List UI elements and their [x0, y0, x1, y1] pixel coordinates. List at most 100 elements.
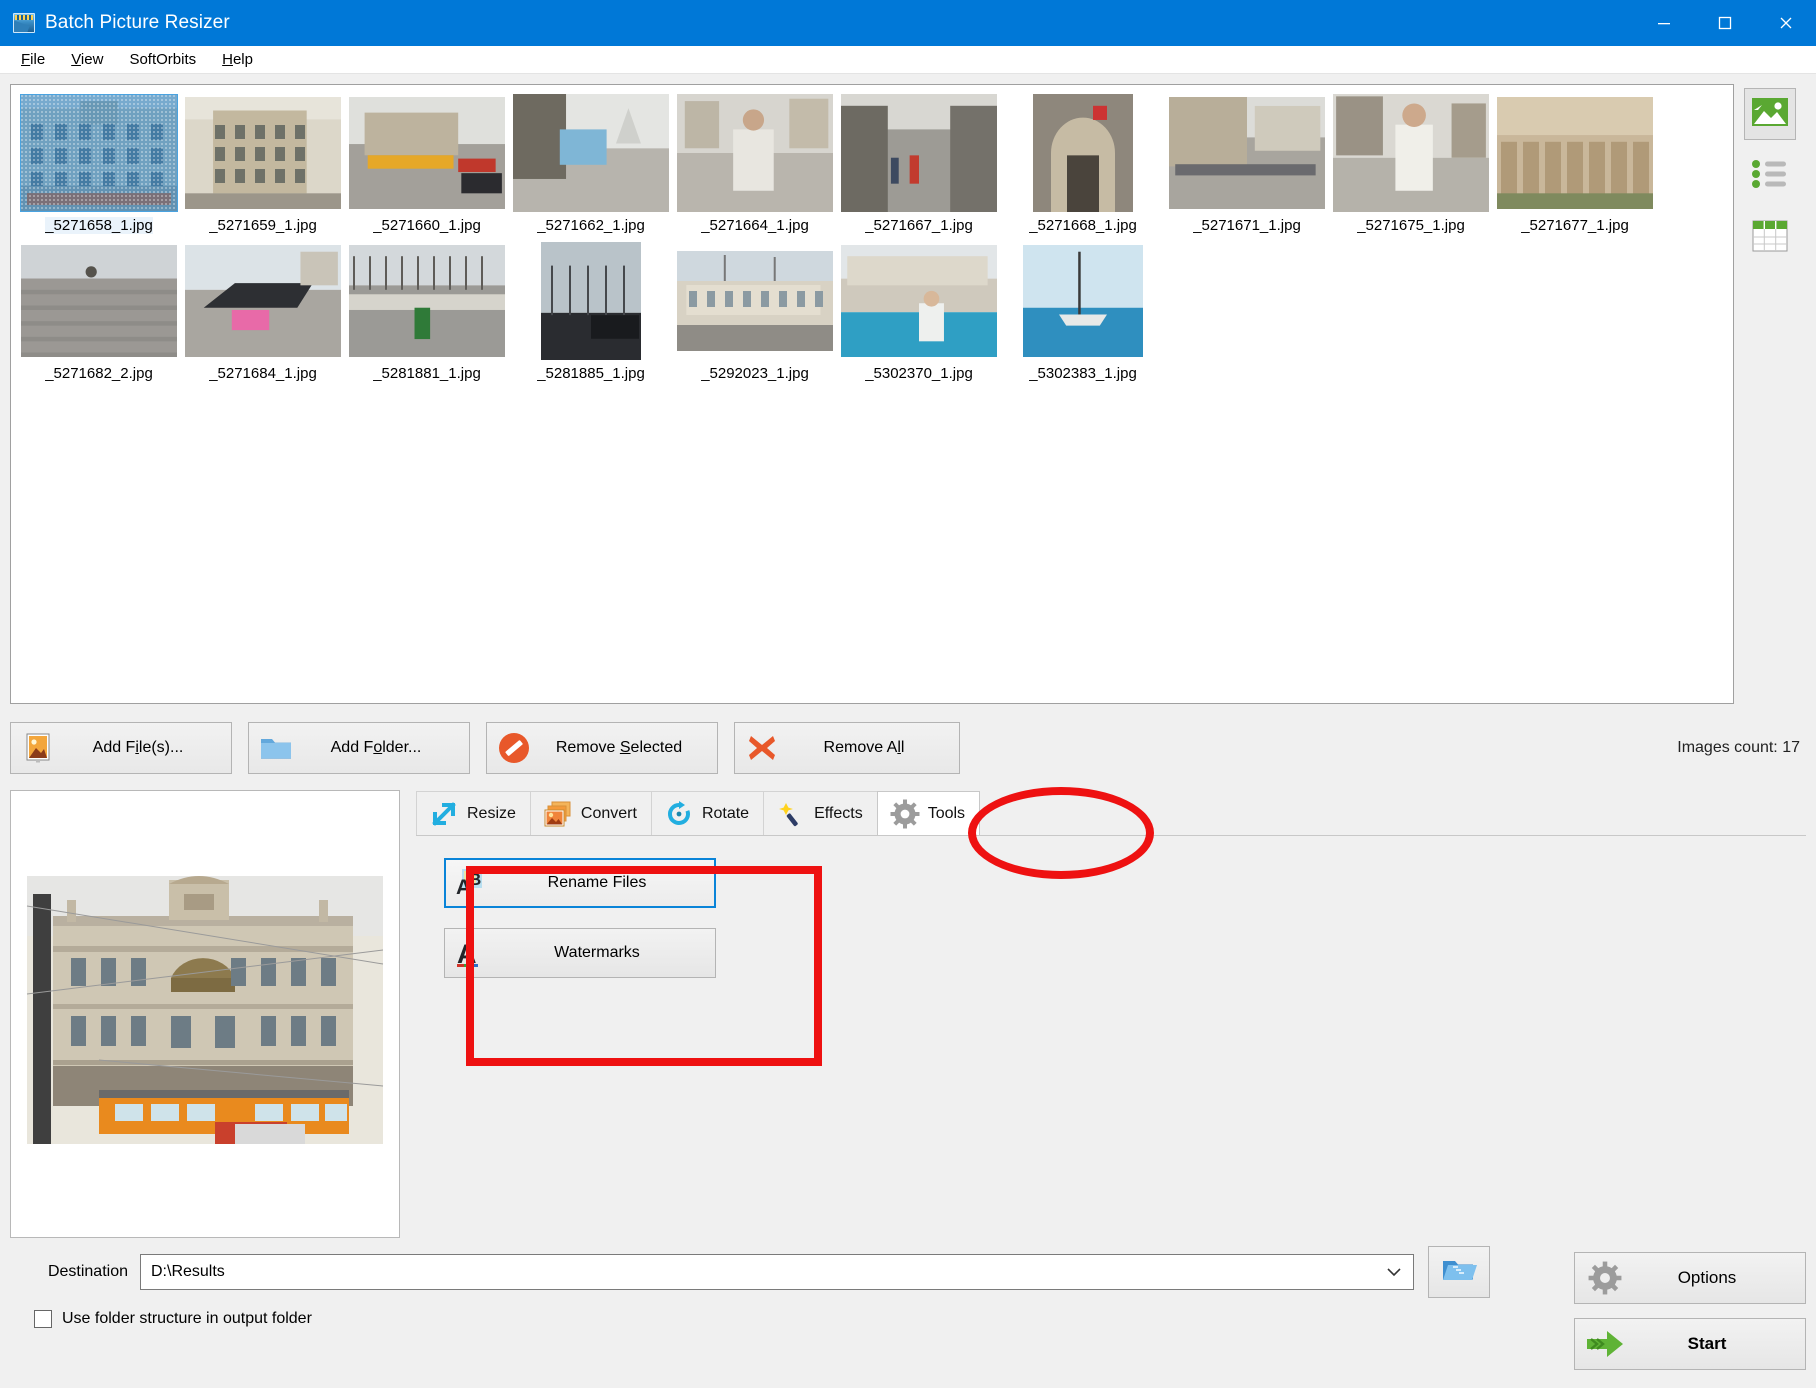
thumbnail-grid[interactable]: _5271658_1.jpg _5271659_1.jpg _5271660_1.j… — [10, 84, 1734, 704]
thumbnails-view-button[interactable] — [1744, 88, 1796, 140]
tools-tab-panel: Resize C — [416, 790, 1806, 1238]
thumbnail-image — [840, 242, 998, 360]
maximize-icon[interactable] — [1694, 0, 1755, 46]
menu-help[interactable]: Help — [209, 48, 266, 71]
thumbnail-item[interactable]: _5281885_1.jpg — [510, 242, 672, 382]
thumbnail-item[interactable]: _5271682_2.jpg — [18, 242, 180, 382]
thumbnail-image — [20, 242, 178, 360]
thumbnail-filename: _5281885_1.jpg — [537, 365, 645, 382]
use-folder-structure-label: Use folder structure in output folder — [62, 1310, 312, 1328]
table-icon — [1752, 220, 1788, 257]
thumbnail-image — [1168, 94, 1326, 212]
thumbnail-item[interactable]: _5292023_1.jpg — [674, 242, 836, 382]
tab-convert[interactable]: Convert — [530, 791, 652, 835]
thumbnail-image — [676, 94, 834, 212]
rename-ab-icon: A B — [446, 868, 494, 898]
thumbnail-image — [840, 94, 998, 212]
thumbnail-filename: _5271664_1.jpg — [701, 217, 809, 234]
file-actions-bar: Add File(s)... Add Folder... — [0, 704, 1816, 780]
thumbnail-item[interactable]: _5271667_1.jpg — [838, 94, 1000, 234]
main-content: _5271658_1.jpg _5271659_1.jpg _5271660_1.j… — [0, 74, 1816, 1388]
list-view-button[interactable] — [1744, 150, 1796, 202]
destination-input[interactable]: D:\Results — [140, 1254, 1414, 1290]
options-label: Options — [1635, 1268, 1805, 1288]
thumbnail-item[interactable]: _5271668_1.jpg — [1002, 94, 1164, 234]
start-button[interactable]: Start — [1574, 1318, 1806, 1370]
use-folder-structure-checkbox[interactable] — [34, 1310, 52, 1328]
tab-resize-label: Resize — [467, 805, 516, 823]
remove-selected-label: Remove Selected — [541, 739, 717, 757]
tab-tools[interactable]: Tools — [877, 791, 980, 835]
svg-text:B: B — [469, 870, 481, 889]
thumbnail-image — [184, 242, 342, 360]
start-label: Start — [1635, 1334, 1805, 1354]
close-icon[interactable] — [1755, 0, 1816, 46]
app-icon — [13, 13, 35, 33]
folder-open-icon — [1441, 1255, 1477, 1290]
thumbnail-image — [184, 94, 342, 212]
options-button[interactable]: Options — [1574, 1252, 1806, 1304]
thumbnail-filename: _5271671_1.jpg — [1193, 217, 1301, 234]
use-folder-structure-row[interactable]: Use folder structure in output folder — [10, 1310, 1490, 1328]
thumbnail-filename: _5271682_2.jpg — [45, 365, 153, 382]
thumbnail-item[interactable]: _5271675_1.jpg — [1330, 94, 1492, 234]
tab-effects[interactable]: Effects — [763, 791, 878, 835]
title-bar: Batch Picture Resizer — [0, 0, 1816, 46]
destination-label: Destination — [10, 1263, 140, 1281]
add-folder-button[interactable]: Add Folder... — [248, 722, 470, 774]
tab-resize[interactable]: Resize — [416, 791, 531, 835]
svg-text:A: A — [457, 939, 477, 968]
thumbnail-item[interactable]: _5271659_1.jpg — [182, 94, 344, 234]
remove-all-button[interactable]: Remove All — [734, 722, 960, 774]
view-mode-bar — [1734, 84, 1806, 704]
tools-tab-body: A B Rename Files A — [416, 836, 1806, 1238]
thumbnail-filename: _5302370_1.jpg — [865, 365, 973, 382]
remove-selected-button[interactable]: Remove Selected — [486, 722, 718, 774]
watermarks-button[interactable]: A Watermarks — [444, 928, 716, 978]
rename-files-button[interactable]: A B Rename Files — [444, 858, 716, 908]
thumbnail-item[interactable]: _5271658_1.jpg — [18, 94, 180, 234]
menu-view[interactable]: View — [58, 48, 116, 71]
no-entry-icon — [487, 731, 541, 765]
bottom-bar: Destination D:\Results — [0, 1238, 1816, 1388]
tab-strip: Resize C — [416, 790, 1806, 836]
thumbnail-item[interactable]: _5302370_1.jpg — [838, 242, 1000, 382]
browse-folder-button[interactable] — [1428, 1246, 1490, 1298]
thumbnail-image — [348, 94, 506, 212]
menu-view-label: iew — [81, 51, 104, 68]
tab-rotate[interactable]: Rotate — [651, 791, 764, 835]
watermark-a-icon: A — [445, 938, 493, 968]
magic-wand-icon — [774, 801, 808, 827]
minimize-icon[interactable] — [1633, 0, 1694, 46]
thumbnail-item[interactable]: _5281881_1.jpg — [346, 242, 508, 382]
menu-file-label: ile — [30, 51, 45, 68]
gear-icon — [888, 799, 922, 829]
thumbnail-item[interactable]: _5271662_1.jpg — [510, 94, 672, 234]
thumbnail-image — [348, 242, 506, 360]
destination-area: Destination D:\Results — [10, 1252, 1490, 1388]
thumbnail-filename: _5271659_1.jpg — [209, 217, 317, 234]
thumbnail-filename: _5271667_1.jpg — [865, 217, 973, 234]
thumbnail-item[interactable]: _5271671_1.jpg — [1166, 94, 1328, 234]
menu-file[interactable]: File — [8, 48, 58, 71]
thumbnail-item[interactable]: _5271660_1.jpg — [346, 94, 508, 234]
thumbnail-item[interactable]: _5271677_1.jpg — [1494, 94, 1656, 234]
thumbnail-image — [676, 242, 834, 360]
chevron-down-icon[interactable] — [1375, 1255, 1413, 1289]
tab-tools-label: Tools — [928, 805, 965, 823]
window-title: Batch Picture Resizer — [45, 12, 230, 34]
details-view-button[interactable] — [1744, 212, 1796, 264]
menu-softorbits[interactable]: SoftOrbits — [116, 48, 209, 71]
thumbnail-image — [512, 94, 670, 212]
thumbnail-item[interactable]: _5271664_1.jpg — [674, 94, 836, 234]
tab-rotate-label: Rotate — [702, 805, 749, 823]
window-controls — [1633, 0, 1816, 46]
picture-icon — [11, 733, 65, 763]
thumbnail-filename: _5271677_1.jpg — [1521, 217, 1629, 234]
thumbnail-item[interactable]: _5302383_1.jpg — [1002, 242, 1164, 382]
thumbnail-item[interactable]: _5271684_1.jpg — [182, 242, 344, 382]
thumbnail-image — [1004, 242, 1162, 360]
thumbnail-filename: _5271684_1.jpg — [209, 365, 317, 382]
add-files-button[interactable]: Add File(s)... — [10, 722, 232, 774]
destination-row: Destination D:\Results — [10, 1252, 1490, 1292]
